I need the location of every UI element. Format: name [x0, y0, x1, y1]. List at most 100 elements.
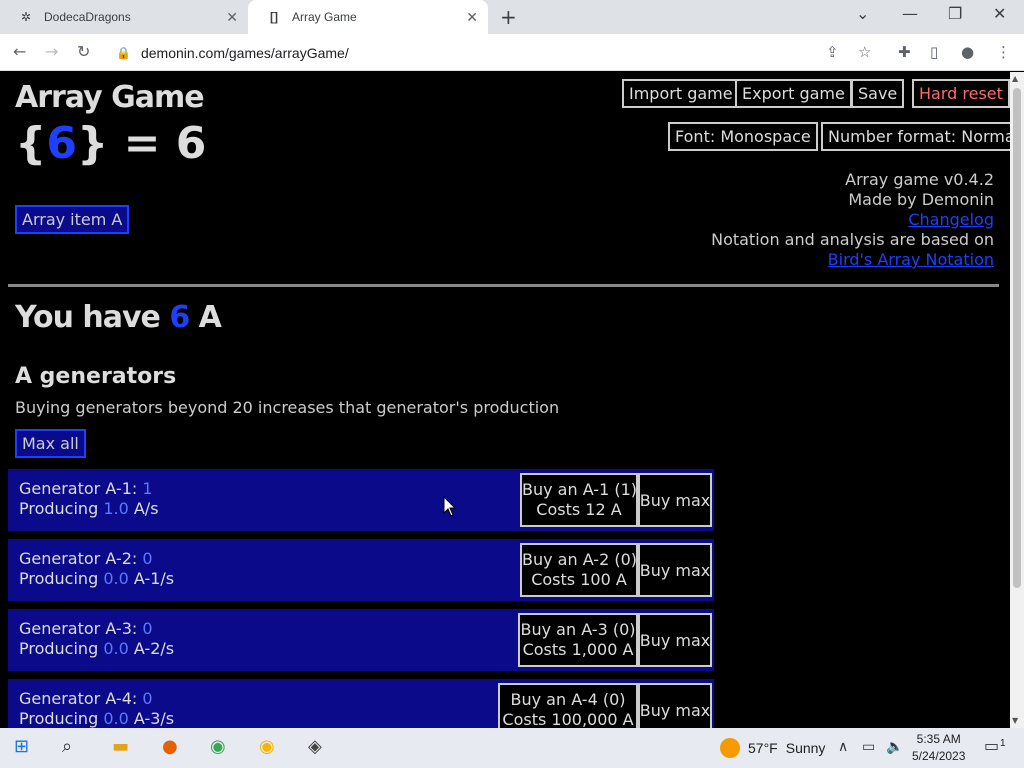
close-tab-icon[interactable]: ✕	[466, 9, 478, 26]
font-button[interactable]: Font: Monospace	[668, 122, 818, 151]
volume-icon[interactable]: 🔈	[886, 739, 903, 755]
generators-heading: A generators	[15, 364, 177, 389]
max-all-button[interactable]: Max all	[15, 429, 86, 458]
info-panel: Array game v0.4.2 Made by Demonin Change…	[711, 170, 994, 270]
clock[interactable]: 5:35 AM 5/24/2023	[912, 731, 965, 765]
import-game-button[interactable]: Import game	[622, 79, 740, 108]
back-icon[interactable]: ←	[13, 42, 26, 61]
network-icon[interactable]: ▭	[862, 739, 875, 755]
start-icon[interactable]: ⊞	[14, 736, 29, 757]
sidebar-icon[interactable]: ▯	[930, 43, 938, 61]
buy-max-a3-button[interactable]: Buy max	[638, 613, 712, 667]
chrome-icon[interactable]: ◉	[210, 736, 226, 757]
cost-label: Costs 100,000 A	[502, 710, 634, 728]
forward-icon[interactable]: →	[45, 42, 58, 61]
buy-label: Buy an A-4 (0)	[510, 690, 626, 709]
producing-label: Producing	[19, 639, 99, 658]
production-unit: A-1/s	[133, 569, 175, 588]
tab-dodecadragons[interactable]: ✲ DodecaDragons ✕	[0, 0, 248, 34]
menu-icon[interactable]: ⋮	[996, 43, 1011, 61]
page-scrollbar[interactable]: ▲ ▼	[1010, 72, 1024, 728]
buy-label: Buy an A-1 (1)	[522, 480, 637, 499]
notification-icon[interactable]: ▭	[984, 736, 999, 755]
buy-a3-button[interactable]: Buy an A-3 (0) Costs 1,000 A	[518, 613, 638, 667]
minimize-icon[interactable]: —	[902, 4, 918, 23]
url-text: demonin.com/games/arrayGame/	[140, 44, 349, 61]
number-format-button[interactable]: Number format: Normal	[821, 122, 1010, 151]
array-expression: {6} = 6	[15, 118, 206, 169]
search-icon[interactable]: ⌕	[62, 736, 72, 757]
tab-array-game[interactable]: [] Array Game ✕	[248, 0, 488, 34]
producing-label: Producing	[19, 569, 99, 588]
tab-search-icon[interactable]: ⌄	[856, 4, 869, 23]
buy-label: Buy an A-2 (0)	[522, 550, 637, 569]
buy-a1-button[interactable]: Buy an A-1 (1) Costs 12 A	[520, 473, 638, 527]
generator-label: Generator A-1: 1 Producing 1.0 A/s	[19, 479, 159, 519]
weather-temp: 57°F	[748, 740, 778, 756]
weather-widget[interactable]: 57°F Sunny	[720, 738, 825, 758]
export-game-button[interactable]: Export game	[735, 79, 852, 108]
generator-count: 0	[142, 619, 153, 638]
tab-title: Array Game	[292, 10, 357, 24]
share-icon[interactable]: ⇪	[826, 43, 839, 61]
producing-label: Producing	[19, 499, 99, 518]
expr-close: } = 6	[76, 118, 207, 169]
extensions-icon[interactable]: ✚	[898, 43, 911, 61]
scroll-up-icon[interactable]: ▲	[1012, 74, 1018, 83]
scroll-down-icon[interactable]: ▼	[1012, 716, 1018, 725]
app-icon[interactable]: ◈	[308, 736, 322, 757]
generators-description: Buying generators beyond 20 increases th…	[15, 398, 560, 417]
lock-icon: 🔒	[116, 45, 131, 60]
cost-label: Costs 12 A	[536, 500, 622, 519]
chevron-up-icon[interactable]: ∧	[838, 739, 848, 755]
scrollbar-thumb[interactable]	[1013, 88, 1021, 588]
buy-a4-button[interactable]: Buy an A-4 (0) Costs 100,000 A	[498, 683, 638, 728]
dragon-icon: ✲	[20, 10, 32, 24]
producing-label: Producing	[19, 709, 99, 728]
generator-name: Generator A-4:	[19, 689, 138, 708]
address-bar[interactable]: 🔒 demonin.com/games/arrayGame/	[108, 38, 888, 67]
bookmark-star-icon[interactable]: ☆	[858, 43, 871, 61]
date-text: 5/24/2023	[912, 749, 966, 763]
firefox-icon[interactable]: ●	[162, 736, 178, 757]
brackets-icon: []	[270, 10, 278, 24]
expr-open: {	[15, 118, 47, 169]
generator-name: Generator A-2:	[19, 549, 138, 568]
windows-taskbar: ⊞ ⌕ ▬ ● ◉ ◉ ◈ 57°F Sunny ∧ ▭ 🔈 5:35 AM 5…	[0, 728, 1024, 768]
version-text: Array game v0.4.2	[845, 170, 994, 189]
generator-name: Generator A-1:	[19, 479, 138, 498]
restore-icon[interactable]: ❐	[948, 4, 962, 23]
game-page: Array Game {6} = 6 Array item A Import g…	[0, 72, 1010, 728]
buy-max-a4-button[interactable]: Buy max	[638, 683, 712, 728]
chrome-canary-icon[interactable]: ◉	[259, 736, 275, 757]
hard-reset-button[interactable]: Hard reset	[912, 79, 1010, 108]
currency-value: 6	[169, 300, 190, 335]
you-have-prefix: You have	[15, 300, 161, 335]
buy-max-a2-button[interactable]: Buy max	[638, 543, 712, 597]
mouse-cursor-icon	[443, 496, 457, 517]
save-button[interactable]: Save	[851, 79, 905, 108]
expr-value: 6	[46, 118, 77, 169]
generator-row: Generator A-3: 0 Producing 0.0 A-2/s Buy…	[8, 609, 714, 671]
production-unit: A/s	[133, 499, 159, 518]
profile-icon[interactable]: ●	[961, 43, 974, 61]
changelog-link[interactable]: Changelog	[908, 210, 994, 229]
buy-max-a1-button[interactable]: Buy max	[638, 473, 712, 527]
tab-strip: ✲ DodecaDragons ✕ [] Array Game ✕ + ⌄ — …	[0, 0, 1024, 34]
weather-text: Sunny	[785, 740, 826, 756]
production-rate: 0.0	[103, 569, 129, 588]
author-text: Made by Demonin	[848, 190, 994, 209]
reload-icon[interactable]: ↻	[77, 42, 90, 61]
production-rate: 0.0	[103, 639, 129, 658]
generator-count: 0	[142, 549, 153, 568]
close-tab-icon[interactable]: ✕	[226, 9, 238, 26]
close-window-icon[interactable]: ✕	[993, 4, 1006, 23]
cost-label: Costs 100 A	[531, 570, 627, 589]
buy-a2-button[interactable]: Buy an A-2 (0) Costs 100 A	[520, 543, 638, 597]
new-tab-icon[interactable]: +	[500, 5, 517, 29]
file-explorer-icon[interactable]: ▬	[112, 736, 129, 757]
time-text: 5:35 AM	[916, 732, 961, 746]
notation-link[interactable]: Bird's Array Notation	[828, 250, 994, 269]
array-item-a-button[interactable]: Array item A	[15, 205, 130, 234]
generator-label: Generator A-3: 0 Producing 0.0 A-2/s	[19, 619, 174, 659]
